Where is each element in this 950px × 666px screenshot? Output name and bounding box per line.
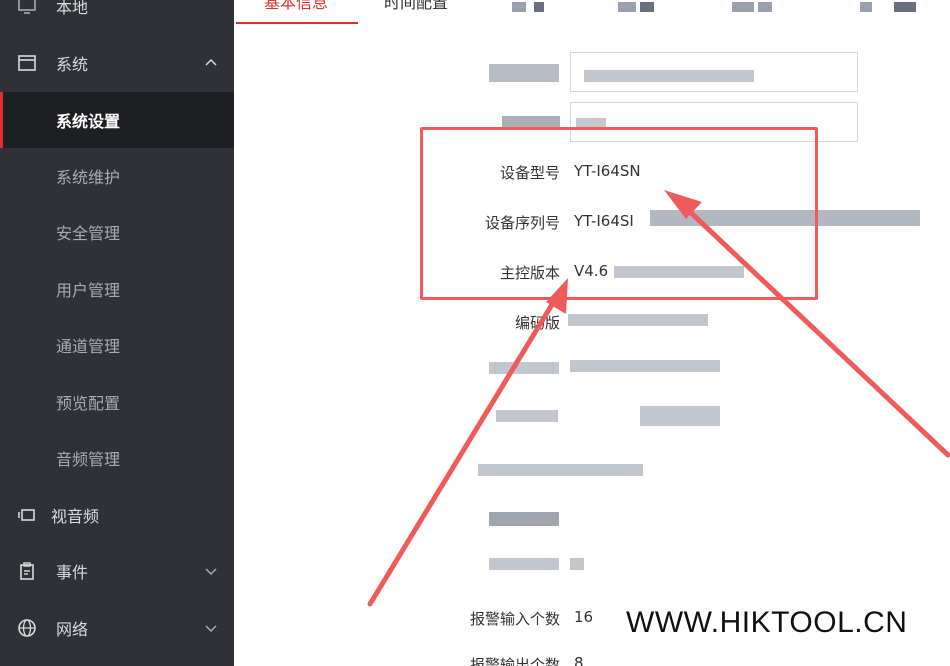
blurred-value xyxy=(570,360,720,372)
sidebar-item-local[interactable]: 本地 xyxy=(0,0,234,34)
sidebar-item-label: 通道管理 xyxy=(56,337,121,356)
tab-blurred xyxy=(758,2,772,12)
sidebar-item-security[interactable]: 安全管理 xyxy=(0,204,234,260)
basic-info-form: 设备型号 YT-I64SN 设备序列号 YT-I64SI 主控版本 V4.6 编… xyxy=(234,24,950,666)
sidebar-item-label: 视音频 xyxy=(51,507,100,526)
blurred-label xyxy=(489,512,559,526)
value-alarm-output-count: 8 xyxy=(574,654,584,666)
blurred-label xyxy=(478,464,643,476)
blurred-value xyxy=(584,70,754,82)
blurred-label xyxy=(489,558,559,570)
sidebar-item-label: 预览配置 xyxy=(56,394,121,413)
sidebar-item-label: 系统 xyxy=(56,55,89,74)
tab-blurred xyxy=(894,2,916,12)
sidebar-item-label: 安全管理 xyxy=(56,224,121,243)
sidebar-item-label: 本地 xyxy=(56,0,89,17)
sidebar-item-label: 用户管理 xyxy=(56,281,121,300)
sidebar-item-label: 网络 xyxy=(56,620,89,639)
sidebar: 本地 系统 系统设置 系统维护 安全管理 用户管理 通道管理 预览配置 音频管理… xyxy=(0,0,234,666)
blurred-value xyxy=(570,558,584,570)
window-icon xyxy=(17,53,37,73)
tab-bar: 基本信息 时间配置 xyxy=(234,0,950,24)
blurred-label xyxy=(489,362,559,374)
watermark-text: WWW.HIKTOOL.CN xyxy=(626,606,908,639)
tab-blurred[interactable] xyxy=(512,2,526,12)
sidebar-item-system-maintenance[interactable]: 系统维护 xyxy=(0,148,234,204)
sidebar-item-preview-config[interactable]: 预览配置 xyxy=(0,374,234,430)
sidebar-item-events[interactable]: 事件 xyxy=(0,543,234,599)
tab-blurred[interactable] xyxy=(860,2,872,12)
chevron-down-icon xyxy=(205,622,217,634)
sidebar-item-channels[interactable]: 通道管理 xyxy=(0,317,234,373)
tab-blurred[interactable] xyxy=(732,2,754,12)
tab-time-config[interactable]: 时间配置 xyxy=(384,0,448,24)
tab-blurred xyxy=(640,2,654,12)
sidebar-item-network[interactable]: 网络 xyxy=(0,600,234,656)
clipboard-icon xyxy=(17,561,37,581)
value-alarm-input-count: 16 xyxy=(574,608,594,626)
label-encoding-version: 编码版 xyxy=(514,314,560,332)
blurred-label xyxy=(489,64,559,82)
sidebar-item-label: 系统维护 xyxy=(56,168,121,187)
highlight-box xyxy=(420,127,818,300)
sidebar-item-label: 音频管理 xyxy=(56,450,121,469)
sidebar-item-label: 事件 xyxy=(56,563,89,582)
tab-basic-info[interactable]: 基本信息 xyxy=(264,0,328,24)
tab-blurred[interactable] xyxy=(618,2,636,12)
blurred-value xyxy=(568,314,708,326)
sidebar-item-label: 系统设置 xyxy=(56,112,121,131)
blurred-value xyxy=(640,406,720,426)
chevron-down-icon xyxy=(205,565,217,577)
sidebar-item-system-settings[interactable]: 系统设置 xyxy=(0,92,234,148)
globe-icon xyxy=(17,618,37,638)
label-alarm-input-count: 报警输入个数 xyxy=(469,610,560,628)
chevron-up-icon xyxy=(205,57,217,69)
monitor-icon xyxy=(17,0,37,16)
sidebar-item-audio[interactable]: 音频管理 xyxy=(0,430,234,486)
video-icon xyxy=(17,505,37,525)
sidebar-item-system[interactable]: 系统 xyxy=(0,35,234,91)
label-alarm-output-count: 报警输出个数 xyxy=(469,656,560,666)
sidebar-item-video-audio[interactable]: 视音频 xyxy=(0,487,234,543)
tab-blurred xyxy=(534,2,544,12)
sidebar-item-users[interactable]: 用户管理 xyxy=(0,261,234,317)
blurred-label xyxy=(496,410,558,422)
